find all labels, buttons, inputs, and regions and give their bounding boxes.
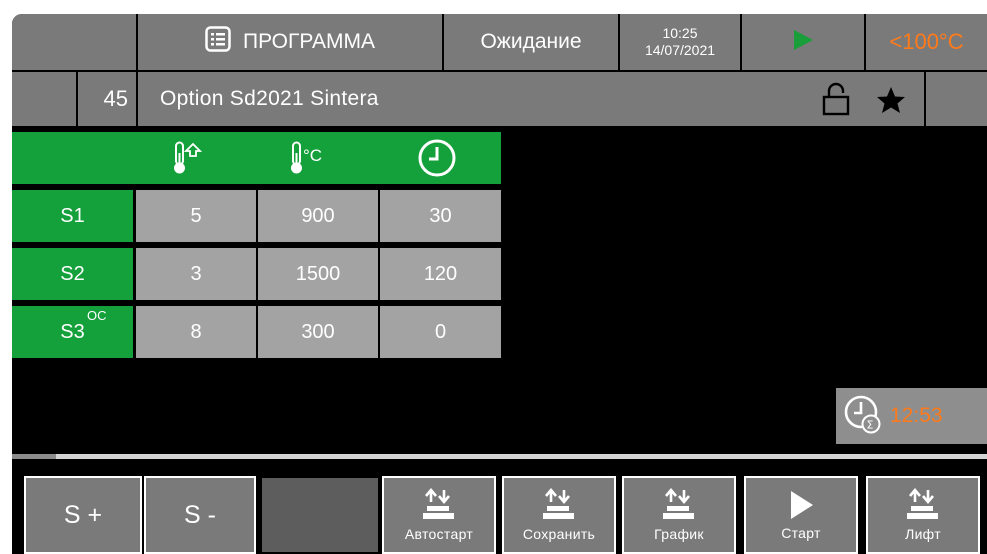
stage-remove-button[interactable]: S - <box>144 476 256 554</box>
graph-button[interactable]: График <box>622 476 736 554</box>
cell-value: 900 <box>301 204 335 227</box>
program-menu-label: ПРОГРАММА <box>243 30 375 53</box>
stage-remove-label: S - <box>184 500 216 529</box>
cell-value: 1500 <box>295 262 341 285</box>
cell-value: 5 <box>190 204 202 227</box>
clock-icon <box>417 138 457 183</box>
s2-rate-cell[interactable]: 3 <box>136 248 256 300</box>
thermometer-celsius-icon: °C <box>290 141 330 180</box>
lift-arrows-icon <box>422 488 456 522</box>
svg-text:°C: °C <box>303 146 322 165</box>
date-text: 14/07/2021 <box>644 42 716 58</box>
stage-add-label: S + <box>63 500 103 529</box>
temperature-text: <100°C <box>889 29 964 54</box>
stage-add-button[interactable]: S + <box>24 476 142 554</box>
start-label: Старт <box>781 525 821 541</box>
stage-label-s2[interactable]: S2 <box>12 248 133 300</box>
stage-label-text: S2 <box>60 262 85 285</box>
s3-time-cell[interactable]: 0 <box>380 306 501 358</box>
time-text: 10:25 <box>662 25 698 41</box>
program-row-right-blank <box>926 72 987 126</box>
clock-sum-icon: Σ <box>844 394 882 439</box>
s2-temperature-cell[interactable]: 1500 <box>258 248 378 300</box>
stage-label-s1[interactable]: S1 <box>12 190 133 242</box>
program-name-field[interactable]: Option Sd2021 Sintera <box>138 72 924 126</box>
graph-label: График <box>654 526 704 542</box>
s1-temperature-cell[interactable]: 900 <box>258 190 378 242</box>
s2-time-cell[interactable]: 120 <box>380 248 501 300</box>
stage-label-s3[interactable]: S3 OC <box>12 306 133 358</box>
s1-rate-cell[interactable]: 5 <box>136 190 256 242</box>
top-left-blank <box>12 14 136 70</box>
cell-value: 300 <box>301 320 335 343</box>
autostart-button[interactable]: Автостарт <box>382 476 496 554</box>
lift-label: Лифт <box>905 526 941 542</box>
datetime-display: 10:25 14/07/2021 <box>620 14 740 70</box>
svg-text:Σ: Σ <box>867 418 874 431</box>
status-display: Ожидание <box>444 14 618 70</box>
cell-value: 8 <box>190 320 202 343</box>
lift-arrows-icon <box>662 488 696 522</box>
start-button[interactable]: Старт <box>744 476 858 554</box>
total-time-text: 12:53 <box>890 404 943 427</box>
controller-screen: ПРОГРАММА Ожидание 10:25 14/07/2021 <100… <box>12 14 987 554</box>
cell-value: 3 <box>190 262 202 285</box>
save-label: Сохранить <box>522 526 596 542</box>
cell-value: 0 <box>434 320 447 343</box>
stage-label-text: S3 <box>60 320 85 343</box>
program-number-text: 45 <box>103 86 128 111</box>
play-icon <box>792 29 814 56</box>
program-menu-button[interactable]: ПРОГРАММА <box>138 14 442 70</box>
lift-button[interactable]: Лифт <box>866 476 980 554</box>
lift-arrows-icon <box>542 488 576 522</box>
thermometer-rise-icon <box>173 141 203 180</box>
play-icon <box>786 489 816 521</box>
unlocked-icon[interactable] <box>822 82 850 121</box>
cell-value: 120 <box>423 262 458 285</box>
list-icon <box>205 26 231 58</box>
s3-temperature-cell[interactable]: 300 <box>258 306 378 358</box>
s1-time-cell[interactable]: 30 <box>380 190 501 242</box>
progress-bar <box>12 454 987 459</box>
stage-oc-tag: OC <box>87 308 107 323</box>
progress-fill <box>12 454 56 459</box>
cell-value: 30 <box>429 204 452 227</box>
run-state-indicator[interactable] <box>742 14 864 70</box>
temperature-display: <100°C <box>866 14 987 70</box>
blank-button-slot <box>260 476 380 554</box>
program-row-left-blank <box>12 72 76 126</box>
program-name-text: Option Sd2021 Sintera <box>160 87 379 110</box>
program-number[interactable]: 45 <box>78 72 136 126</box>
s3-rate-cell[interactable]: 8 <box>136 306 256 358</box>
stage-label-text: S1 <box>60 204 85 227</box>
autostart-label: Автостарт <box>404 526 474 542</box>
total-time-display: Σ 12:53 <box>836 388 987 444</box>
save-button[interactable]: Сохранить <box>502 476 616 554</box>
lift-arrows-icon <box>906 488 940 522</box>
star-icon[interactable] <box>876 86 906 119</box>
status-text: Ожидание <box>480 30 582 53</box>
